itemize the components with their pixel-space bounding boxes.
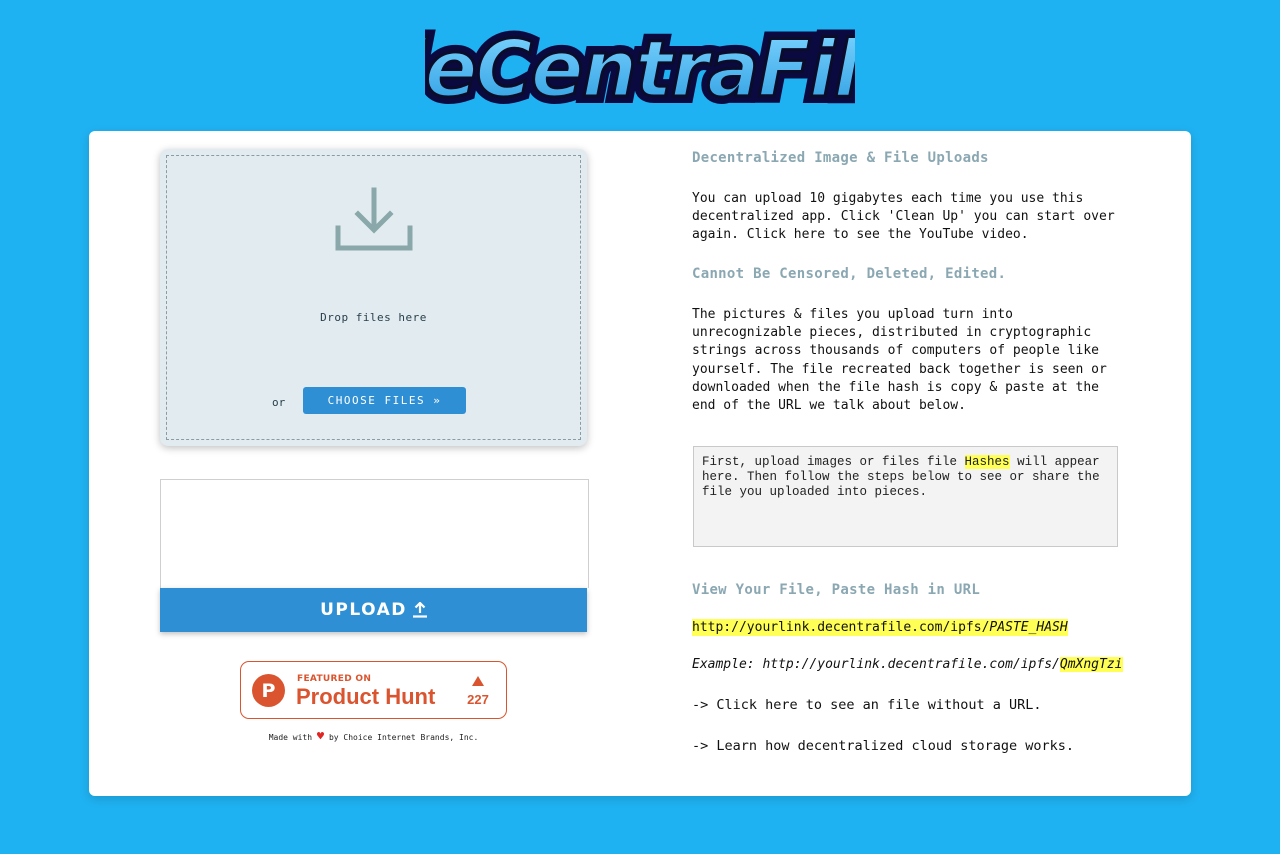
upload-button[interactable]: UPLOAD (160, 588, 587, 632)
heart-icon: ♥ (316, 729, 325, 743)
main-card: Drop files here or CHOOSE FILES » UPLOAD… (89, 131, 1191, 796)
url-prefix: http://yourlink.decentrafile.com/ipfs/ (692, 619, 990, 636)
site-logo[interactable]: deCentraFile deCentraFile (425, 14, 855, 119)
logo-graphic: deCentraFile deCentraFile (425, 18, 855, 119)
choose-files-button[interactable]: CHOOSE FILES » (303, 387, 466, 414)
upvote-count: 227 (467, 692, 489, 707)
example-label: Example: (692, 657, 763, 672)
hashes-text-start: First, upload images or files file (702, 455, 965, 469)
upload-label: UPLOAD (320, 600, 407, 620)
example-hash: QmXngTzi (1059, 657, 1123, 672)
heading-censored: Cannot Be Censored, Deleted, Edited. (692, 266, 1007, 282)
intro-paragraph[interactable]: You can upload 10 gigabytes each time yo… (692, 190, 1122, 245)
logo-text: deCentraFile (425, 25, 855, 115)
url-hash-placeholder: PASTE_HASH (989, 619, 1068, 636)
product-hunt-name: Product Hunt (296, 684, 436, 709)
product-hunt-logo-icon: P (252, 674, 285, 707)
heading-uploads: Decentralized Image & File Uploads (692, 150, 989, 166)
or-label: or (272, 396, 286, 409)
url-template: http://yourlink.decentrafile.com/ipfs/PA… (692, 619, 1068, 636)
credit-label: by Choice Internet Brands, Inc. (328, 733, 479, 742)
heading-view-file: View Your File, Paste Hash in URL (692, 582, 981, 598)
featured-on-label: FEATURED ON (297, 674, 372, 684)
example-prefix: http://yourlink.decentrafile.com/ipfs/ (762, 657, 1060, 672)
download-icon (335, 187, 413, 251)
dropzone-border: Drop files here or CHOOSE FILES » (166, 155, 581, 440)
file-dropzone[interactable]: Drop files here or CHOOSE FILES » (160, 149, 587, 446)
drop-files-label: Drop files here (320, 311, 427, 324)
upvote-arrow-icon (472, 676, 484, 686)
see-file-link[interactable]: -> Click here to see an file without a U… (692, 697, 1042, 713)
hashes-highlight: Hashes (964, 455, 1010, 469)
description-paragraph: The pictures & files you upload turn int… (692, 307, 1107, 414)
example-url: Example: http://yourlink.decentrafile.co… (692, 657, 1123, 672)
upload-output-area (160, 479, 589, 588)
learn-storage-link[interactable]: -> Learn how decentralized cloud storage… (692, 738, 1074, 754)
hashes-output-box[interactable]: First, upload images or files file Hashe… (693, 446, 1118, 547)
upload-arrow-icon (412, 602, 427, 618)
made-with-label: Made with (268, 733, 313, 742)
made-with-credit: Made with ♥ by Choice Internet Brands, I… (160, 729, 587, 743)
product-hunt-badge[interactable]: P FEATURED ON Product Hunt 227 (240, 661, 507, 719)
